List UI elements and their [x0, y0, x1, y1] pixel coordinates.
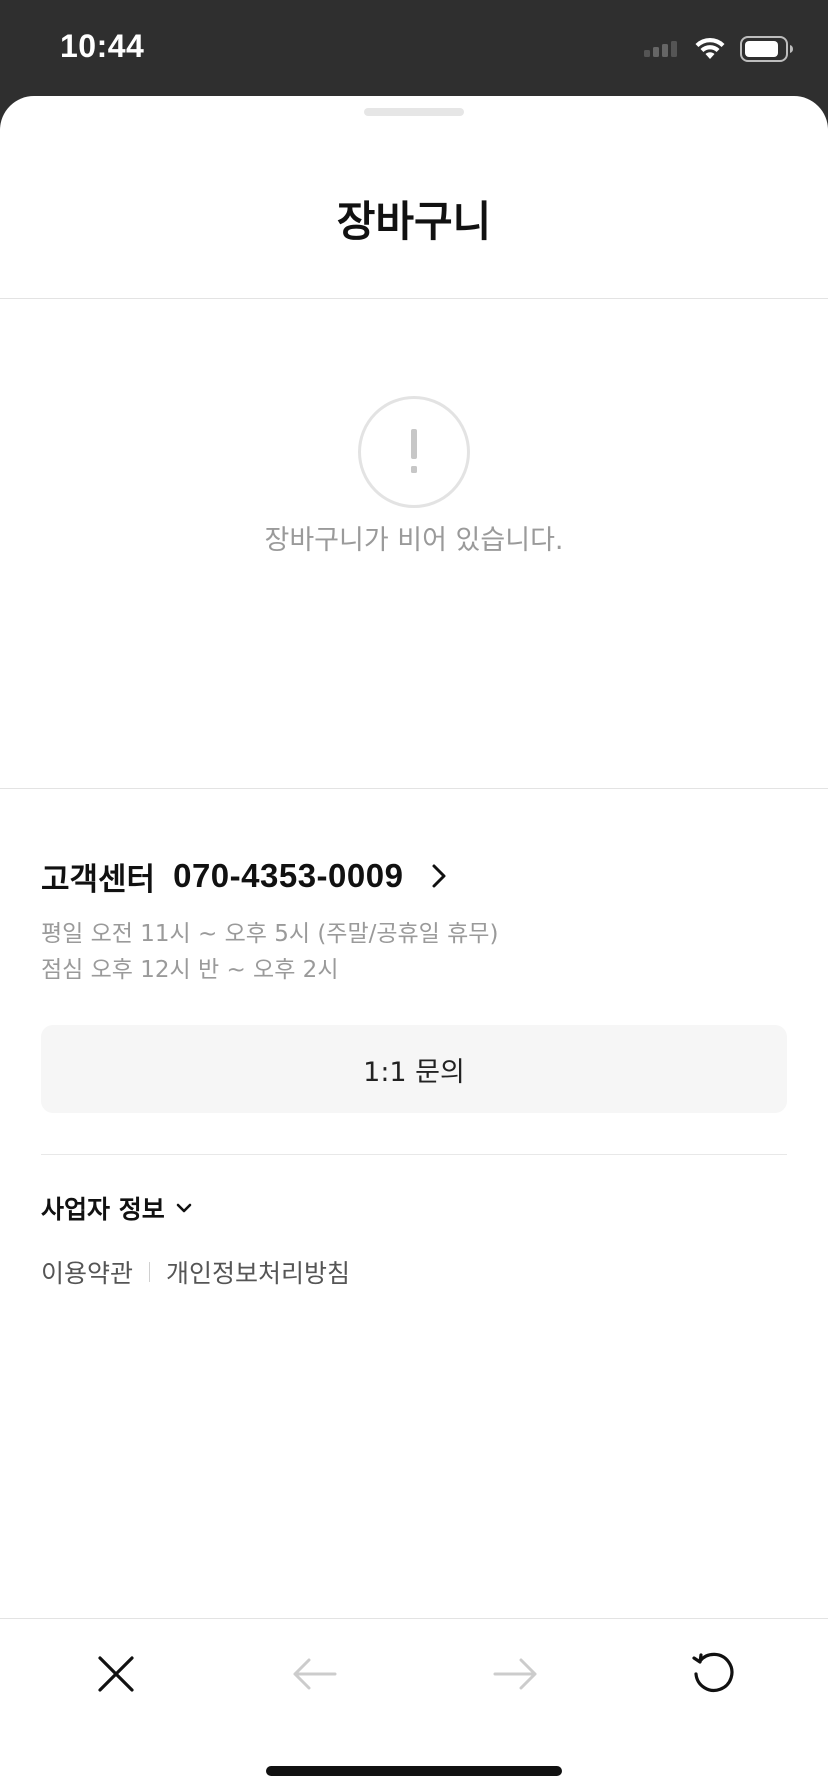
- customer-center-hours: 평일 오전 11시 ~ 오후 5시 (주말/공휴일 휴무) 점심 오후 12시 …: [41, 916, 498, 988]
- toolbar-divider: [0, 1618, 828, 1619]
- forward-button[interactable]: [487, 1646, 543, 1702]
- home-indicator: [266, 1766, 562, 1776]
- exclamation-circle-icon: [358, 396, 470, 508]
- inquiry-button[interactable]: 1:1 문의: [41, 1025, 787, 1113]
- legal-separator: [149, 1262, 151, 1282]
- page-title: 장바구니: [336, 197, 492, 246]
- status-time: 10:44: [60, 28, 145, 64]
- header-divider: [0, 298, 828, 299]
- empty-cart-message: 장바구니가 비어 있습니다.: [264, 525, 564, 556]
- arrow-left-icon: [293, 1658, 337, 1690]
- chevron-right-icon[interactable]: [425, 862, 453, 890]
- battery-icon: [740, 36, 793, 62]
- refresh-button[interactable]: [685, 1646, 741, 1702]
- terms-link[interactable]: 이용약관: [41, 1254, 133, 1290]
- status-bar: 10:44: [0, 0, 828, 96]
- business-info-label: 사업자 정보: [41, 1195, 165, 1224]
- customer-center-label: 고객센터: [41, 861, 156, 898]
- chevron-down-icon: [175, 1199, 193, 1217]
- business-info-toggle[interactable]: 사업자 정보: [41, 1190, 193, 1226]
- legal-links: 이용약관 개인정보처리방침: [41, 1254, 350, 1290]
- hours-weekday: 평일 오전 11시 ~ 오후 5시 (주말/공휴일 휴무): [41, 921, 499, 947]
- status-icons: [644, 36, 794, 62]
- wifi-icon: [695, 37, 725, 59]
- close-icon: [98, 1656, 134, 1692]
- arrow-right-icon: [493, 1658, 537, 1690]
- back-button[interactable]: [287, 1646, 343, 1702]
- content-divider: [0, 788, 828, 789]
- refresh-icon: [692, 1652, 734, 1692]
- customer-center-row[interactable]: 고객센터 070-4353-0009: [41, 854, 453, 898]
- close-button[interactable]: [88, 1646, 144, 1702]
- signal-icon: [644, 41, 677, 57]
- hours-lunch: 점심 오후 12시 반 ~ 오후 2시: [41, 957, 339, 983]
- sheet-grabber[interactable]: [364, 108, 464, 116]
- cart-sheet: 장바구니 장바구니가 비어 있습니다. 고객센터 070-4353-0009 평…: [0, 96, 828, 1792]
- customer-center-phone[interactable]: 070-4353-0009: [173, 857, 403, 895]
- footer-divider: [41, 1154, 787, 1155]
- privacy-link[interactable]: 개인정보처리방침: [166, 1254, 350, 1290]
